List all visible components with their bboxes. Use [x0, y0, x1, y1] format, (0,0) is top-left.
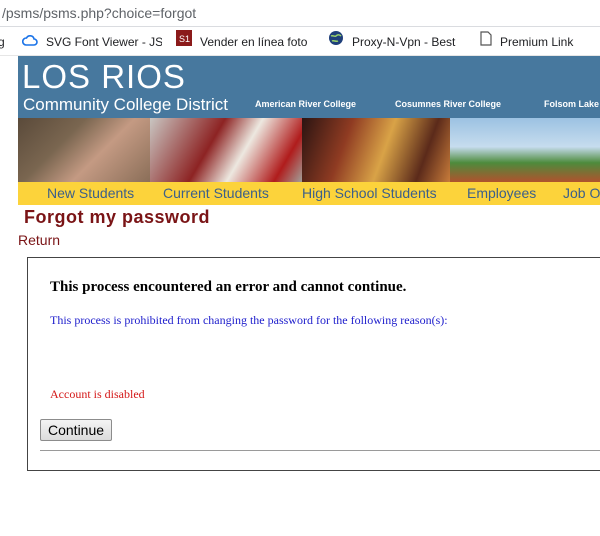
divider [40, 450, 600, 451]
bookmarks-bar: g SVG Font Viewer - JS S1 Vender en líne… [0, 27, 600, 56]
nav-current-students[interactable]: Current Students [163, 182, 269, 205]
photo-football [150, 118, 302, 182]
photo-hurdler [450, 118, 600, 182]
header-photo-strip [18, 118, 600, 182]
photo-student-library [18, 118, 150, 182]
nav-employees[interactable]: Employees [467, 182, 536, 205]
return-link[interactable]: Return [18, 232, 60, 248]
address-bar[interactable]: /psms/psms.php?choice=forgot [0, 0, 600, 27]
nav-new-students[interactable]: New Students [47, 182, 134, 205]
st-logo-icon: S1 [176, 28, 192, 55]
bookmark-proxy-n-vpn[interactable]: Proxy-N-Vpn - Best [328, 27, 464, 55]
url-text: /psms/psms.php?choice=forgot [2, 5, 197, 21]
header-banner: LOS RIOS Community College District Amer… [18, 56, 600, 118]
error-cause: Account is disabled [50, 387, 145, 401]
error-heading: This process encountered an error and ca… [50, 279, 407, 295]
link-american-river-college[interactable]: American River College [255, 99, 356, 109]
link-folsom-lake-college[interactable]: Folsom Lake [544, 99, 599, 109]
nav-jobs[interactable]: Job O [563, 182, 600, 205]
svg-text:S1: S1 [179, 34, 190, 44]
nav-high-school-students[interactable]: High School Students [302, 182, 437, 205]
globe-icon [328, 28, 344, 55]
link-cosumnes-river-college[interactable]: Cosumnes River College [395, 99, 501, 109]
logo-subtitle[interactable]: Community College District [23, 95, 228, 115]
bookmark-partial[interactable]: g [0, 27, 10, 55]
main-nav: New Students Current Students High Schoo… [18, 182, 600, 205]
error-panel: This process encountered an error and ca… [27, 257, 600, 471]
logo-title[interactable]: LOS RIOS [22, 58, 186, 96]
page-title: Forgot my password [24, 207, 211, 227]
bookmark-svg-font-viewer[interactable]: SVG Font Viewer - JS [22, 27, 162, 55]
bookmark-premium-link[interactable]: Premium Link [480, 27, 600, 55]
bookmark-vender-en-linea[interactable]: S1 Vender en línea foto [176, 27, 316, 55]
page-icon [480, 28, 492, 55]
photo-theater [302, 118, 450, 182]
error-reason: This process is prohibited from changing… [50, 313, 448, 327]
continue-button[interactable]: Continue [40, 419, 113, 441]
cloud-icon [22, 28, 38, 55]
